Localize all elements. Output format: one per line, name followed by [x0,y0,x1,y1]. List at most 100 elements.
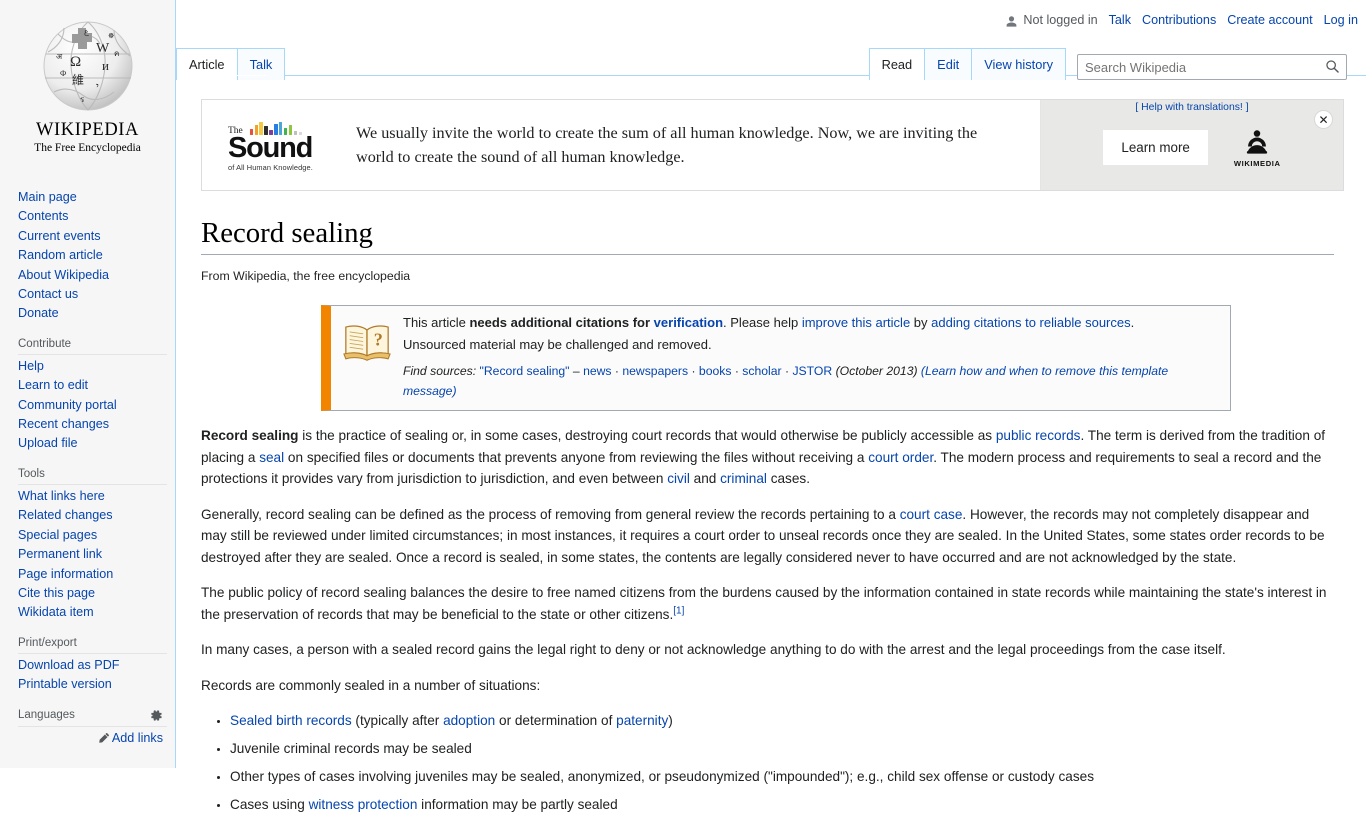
link-add-links[interactable]: Add links [112,731,163,745]
ambox-link-verification[interactable]: verification [654,315,723,330]
tab-edit-label[interactable]: Edit [937,57,959,72]
inline-link[interactable]: adoption [443,713,495,728]
sidebar-item-main-page[interactable]: Main page [18,188,167,207]
link-help[interactable]: Help [18,359,44,373]
link-community-portal[interactable]: Community portal [18,398,117,412]
portlet-heading-print-export: Print/export [18,637,167,654]
sidebar-item-community-portal[interactable]: Community portal [18,396,167,415]
wikipedia-logo[interactable]: W Ω и 維 י अ ع ค Ф ร ☸ WIKIPEDIA The Free… [8,10,168,170]
link-upload-file[interactable]: Upload file [18,436,78,450]
link-permanent-link[interactable]: Permanent link [18,547,102,561]
sidebar-item-wikidata-item[interactable]: Wikidata item [18,603,167,622]
paragraph-5: Records are commonly sealed in a number … [201,675,1334,697]
tab-read[interactable]: Read [868,48,926,80]
sidebar: W Ω и 維 י अ ع ค Ф ร ☸ WIKIPEDIA The Free… [0,0,176,768]
link-main-page[interactable]: Main page [18,190,77,204]
sidebar-item-random-article[interactable]: Random article [18,246,167,265]
link-recent-changes[interactable]: Recent changes [18,417,109,431]
content-root: Article Talk Read Edit View history Sear… [176,0,1366,812]
link-contact-us[interactable]: Contact us [18,287,78,301]
situations-list: Sealed birth records (typically after ad… [201,710,1334,816]
search-button[interactable] [1322,57,1343,78]
sidebar-item-download-as-pdf[interactable]: Download as PDF [18,656,167,675]
portlet-contribute: Contribute Help Learn to edit Community … [10,338,167,454]
inline-text: Other types of cases involving juveniles… [230,769,1094,785]
ambox-line2: Unsourced material may be challenged and… [403,337,712,353]
sidebar-item-upload-file[interactable]: Upload file [18,434,167,453]
tab-talk-label[interactable]: Talk [250,57,273,72]
link-cite-this-page[interactable]: Cite this page [18,586,95,600]
ambox-link-reliable-sources[interactable]: adding citations to reliable sources [931,315,1130,330]
help-with-translations[interactable]: [ Help with translations! ] [1041,102,1343,113]
link-related-changes[interactable]: Related changes [18,508,113,522]
sidebar-item-permanent-link[interactable]: Permanent link [18,545,167,564]
tab-view-history[interactable]: View history [971,48,1066,80]
link-random-article[interactable]: Random article [18,248,103,262]
tab-edit[interactable]: Edit [924,48,973,80]
find-sources-news[interactable]: news [583,364,611,378]
ambox-date: (October 2013) [835,364,918,379]
link-download-as-pdf[interactable]: Download as PDF [18,658,120,672]
learn-more-button[interactable]: Learn more [1103,129,1208,165]
inline-link[interactable]: paternity [616,713,668,728]
inline-link[interactable]: court case [900,507,963,522]
inline-link[interactable]: seal [259,450,284,465]
sidebar-item-donate[interactable]: Donate [18,304,167,323]
link-learn-to-edit[interactable]: Learn to edit [18,378,88,392]
paragraph-4: In many cases, a person with a sealed re… [201,639,1334,661]
add-links-row[interactable]: Add links [10,730,167,745]
print-export-list: Download as PDF Printable version [10,656,167,695]
sidebar-item-special-pages[interactable]: Special pages [18,526,167,545]
sidebar-item-cite-this-page[interactable]: Cite this page [18,584,167,603]
sidebar-item-help[interactable]: Help [18,357,167,376]
sidebar-item-contact-us[interactable]: Contact us [18,285,167,304]
sidebar-item-page-information[interactable]: Page information [18,565,167,584]
sidebar-navigation: Main page Contents Current events Random… [0,186,175,745]
sidebar-item-contents[interactable]: Contents [18,207,167,226]
tab-view-history-label[interactable]: View history [984,57,1053,72]
link-current-events[interactable]: Current events [18,229,101,243]
inline-link[interactable]: Sealed birth records [230,713,352,728]
gear-icon[interactable] [150,709,163,722]
find-sources-books[interactable]: books [699,364,732,378]
inline-link[interactable]: criminal [720,471,767,486]
link-contents[interactable]: Contents [18,209,68,223]
svg-text:अ: अ [56,52,63,61]
sidebar-item-about-wikipedia[interactable]: About Wikipedia [18,266,167,285]
search-box[interactable] [1077,54,1347,80]
sidebar-item-what-links-here[interactable]: What links here [18,487,167,506]
inline-link[interactable]: witness protection [309,797,418,812]
sidebar-item-recent-changes[interactable]: Recent changes [18,415,167,434]
link-donate[interactable]: Donate [18,306,59,320]
find-sources-jstor[interactable]: JSTOR [792,364,832,378]
inline-link[interactable]: public records [996,428,1081,443]
search-input[interactable] [1078,56,1346,78]
find-sources-query[interactable]: "Record sealing" [480,364,570,378]
reference-marker[interactable]: [1] [673,605,684,616]
sidebar-item-printable-version[interactable]: Printable version [18,675,167,694]
link-about-wikipedia[interactable]: About Wikipedia [18,268,109,282]
link-page-information[interactable]: Page information [18,567,113,581]
inline-link[interactable]: court order [868,450,933,465]
link-wikidata-item[interactable]: Wikidata item [18,605,94,619]
help-with-translations-link[interactable]: [ Help with translations! ] [1135,102,1248,113]
sidebar-item-current-events[interactable]: Current events [18,227,167,246]
close-icon[interactable]: ✕ [1314,110,1333,129]
paragraph-3: The public policy of record sealing bala… [201,582,1334,625]
reference-link[interactable]: [1] [673,605,684,616]
find-sources-newspapers[interactable]: newspapers [622,364,688,378]
link-special-pages[interactable]: Special pages [18,528,97,542]
ambox-l1-e: . [1130,315,1135,331]
sidebar-item-learn-to-edit[interactable]: Learn to edit [18,376,167,395]
sidebar-item-related-changes[interactable]: Related changes [18,506,167,525]
inline-text: ) [668,713,673,729]
link-printable-version[interactable]: Printable version [18,677,112,691]
inline-text: (typically after [351,713,444,729]
find-sources-scholar[interactable]: scholar [742,364,781,378]
inline-link[interactable]: civil [667,471,690,486]
sound-logo-wordmark: Sound [228,131,313,164]
list-item: Cases using witness protection informati… [230,794,1334,816]
ambox-link-improve[interactable]: improve this article [802,315,910,330]
wikipedia-globe-puzzle-icon[interactable]: W Ω и 維 י अ ع ค Ф ร ☸ [34,14,142,122]
link-what-links-here[interactable]: What links here [18,489,105,503]
